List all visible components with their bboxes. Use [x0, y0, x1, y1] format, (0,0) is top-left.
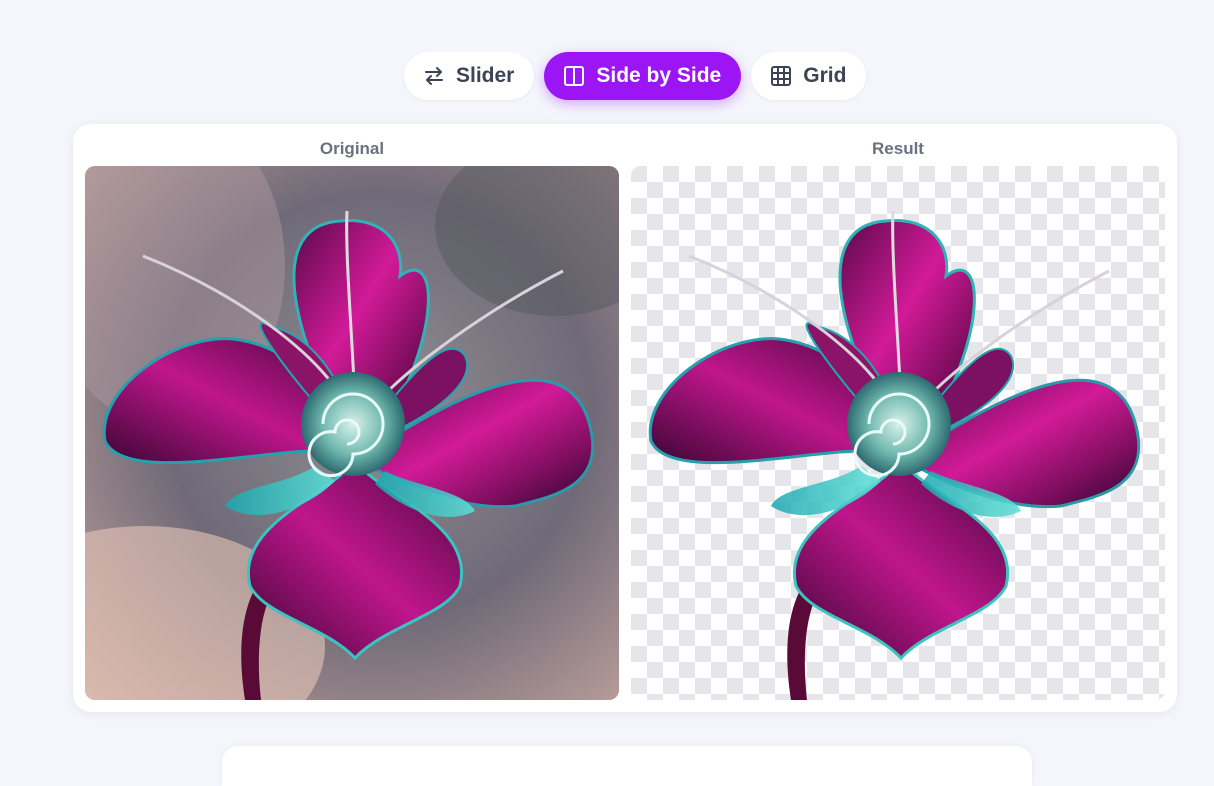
original-image	[85, 166, 619, 700]
original-panel: Original	[85, 124, 619, 700]
side-by-side-view-button[interactable]: Side by Side	[544, 52, 742, 100]
result-label: Result	[872, 139, 924, 158]
side-by-side-view-label: Side by Side	[596, 64, 722, 87]
original-label: Original	[319, 139, 385, 158]
slider-view-label: Slider	[456, 64, 515, 87]
result-panel: Result	[631, 124, 1165, 700]
comparison-card: Original Result	[73, 124, 1177, 712]
bottom-panel	[222, 746, 1032, 786]
slider-view-button[interactable]: Slider	[404, 52, 535, 100]
result-image	[631, 166, 1165, 700]
grid-icon	[771, 66, 792, 86]
grid-view-button[interactable]: Grid	[751, 52, 867, 100]
split-columns-icon	[564, 66, 585, 86]
grid-view-label: Grid	[803, 64, 847, 87]
swap-arrows-icon	[425, 67, 443, 85]
view-mode-toggle: Slider Side by Side Grid	[404, 52, 867, 100]
flower-image-background-removed	[631, 166, 1165, 700]
flower-image-original	[85, 166, 619, 700]
